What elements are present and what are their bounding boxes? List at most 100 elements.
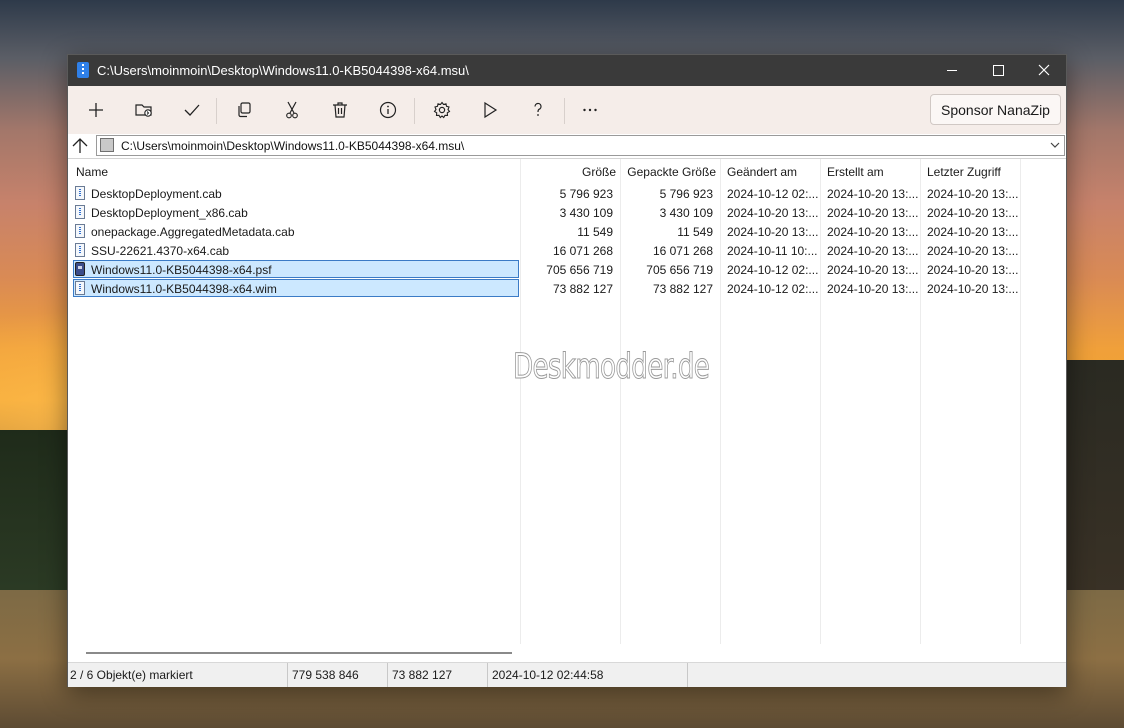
column-header-accessed[interactable]: Letzter Zugriff: [927, 165, 1001, 179]
file-accessed: 2024-10-20 13:...: [927, 263, 1019, 277]
file-packed-size: 3 430 109: [659, 206, 713, 220]
test-button[interactable]: [176, 94, 208, 126]
table-row[interactable]: SSU-22621.4370-x64.cab 16 071 268 16 071…: [68, 241, 1066, 260]
status-total-size: 779 538 846: [288, 663, 388, 687]
file-name: DesktopDeployment.cab: [91, 187, 222, 201]
move-button[interactable]: [276, 94, 308, 126]
table-row[interactable]: onepackage.AggregatedMetadata.cab 11 549…: [68, 222, 1066, 241]
copy-icon: [238, 102, 251, 118]
background-trees-left: [0, 430, 70, 590]
cab-file-icon: [75, 205, 85, 219]
background-trees-right: [1066, 360, 1124, 620]
column-header-size[interactable]: Größe: [520, 165, 616, 179]
column-header-packed-size[interactable]: Gepackte Größe: [620, 165, 716, 179]
file-packed-size: 16 071 268: [652, 244, 713, 258]
file-packed-size: 705 656 719: [646, 263, 713, 277]
file-created: 2024-10-20 13:...: [827, 282, 919, 296]
cab-file-icon: [75, 224, 85, 238]
status-bar: 2 / 6 Objekt(e) markiert 779 538 846 73 …: [68, 662, 1066, 687]
help-button[interactable]: [522, 94, 554, 126]
copy-button[interactable]: [228, 94, 260, 126]
checkmark-icon: [184, 104, 200, 116]
run-button[interactable]: [474, 94, 506, 126]
file-created: 2024-10-20 13:...: [827, 187, 919, 201]
file-created: 2024-10-20 13:...: [827, 244, 919, 258]
close-button[interactable]: [1021, 55, 1067, 86]
file-modified: 2024-10-20 13:...: [727, 225, 819, 239]
trash-icon: [333, 102, 347, 118]
address-path: C:\Users\moinmoin\Desktop\Windows11.0-KB…: [121, 139, 465, 153]
file-name: onepackage.AggregatedMetadata.cab: [91, 225, 295, 239]
file-modified: 2024-10-12 02:...: [727, 263, 819, 277]
maximize-button[interactable]: [975, 55, 1021, 86]
cab-file-icon: [75, 186, 85, 200]
file-name: SSU-22621.4370-x64.cab: [91, 244, 230, 258]
file-modified: 2024-10-12 02:...: [727, 282, 819, 296]
file-created: 2024-10-20 13:...: [827, 225, 919, 239]
title-bar[interactable]: C:\Users\moinmoin\Desktop\Windows11.0-KB…: [68, 55, 1066, 86]
close-icon: [1038, 64, 1050, 76]
gear-icon: [433, 101, 451, 119]
file-packed-size: 5 796 923: [659, 187, 713, 201]
info-icon: [379, 101, 397, 119]
file-size: 16 071 268: [552, 244, 613, 258]
toolbar-separator: [564, 98, 565, 124]
toolbar-separator: [216, 98, 217, 124]
table-row-selected[interactable]: Windows11.0-KB5044398-x64.wim 73 882 127…: [68, 279, 1066, 298]
file-size: 5 796 923: [559, 187, 613, 201]
file-name: DesktopDeployment_x86.cab: [91, 206, 248, 220]
up-folder-button[interactable]: [68, 134, 94, 158]
column-header-created[interactable]: Erstellt am: [827, 165, 884, 179]
file-accessed: 2024-10-20 13:...: [927, 282, 1019, 296]
scrollbar-thumb[interactable]: [86, 652, 512, 654]
settings-button[interactable]: [426, 94, 458, 126]
more-button[interactable]: [574, 94, 606, 126]
window-title: C:\Users\moinmoin\Desktop\Windows11.0-KB…: [97, 63, 469, 78]
arrow-up-icon: [72, 138, 88, 153]
add-button[interactable]: [80, 94, 112, 126]
status-packed-size: 73 882 127: [388, 663, 488, 687]
address-combobox[interactable]: C:\Users\moinmoin\Desktop\Windows11.0-KB…: [96, 135, 1065, 156]
archive-icon: [100, 138, 114, 152]
file-packed-size: 73 882 127: [652, 282, 713, 296]
toolbar-separator: [414, 98, 415, 124]
wim-file-icon: [75, 281, 85, 295]
table-row[interactable]: DesktopDeployment_x86.cab 3 430 109 3 43…: [68, 203, 1066, 222]
file-accessed: 2024-10-20 13:...: [927, 225, 1019, 239]
file-created: 2024-10-20 13:...: [827, 206, 919, 220]
column-header-name[interactable]: Name: [76, 165, 108, 179]
deskmodder-watermark: Deskmodder.de: [513, 347, 711, 388]
file-size: 705 656 719: [546, 263, 613, 277]
play-icon: [484, 101, 498, 119]
file-size: 11 549: [577, 225, 613, 239]
file-size: 3 430 109: [559, 206, 613, 220]
chevron-down-icon[interactable]: [1050, 141, 1060, 149]
ellipsis-icon: [583, 108, 597, 112]
horizontal-scrollbar[interactable]: [68, 644, 1066, 662]
cab-file-icon: [75, 243, 85, 257]
file-modified: 2024-10-12 02:...: [727, 187, 819, 201]
status-selection-count: 2 / 6 Objekt(e) markiert: [68, 663, 288, 687]
delete-button[interactable]: [324, 94, 356, 126]
nanazip-window: C:\Users\moinmoin\Desktop\Windows11.0-KB…: [67, 54, 1067, 687]
minimize-button[interactable]: [929, 55, 975, 86]
file-modified: 2024-10-11 10:...: [727, 244, 818, 258]
scissors-icon: [286, 101, 298, 119]
file-list[interactable]: Name Größe Gepackte Größe Geändert am Er…: [68, 159, 1066, 644]
info-button[interactable]: [372, 94, 404, 126]
file-name: Windows11.0-KB5044398-x64.wim: [91, 282, 277, 296]
extract-button[interactable]: [128, 94, 160, 126]
table-row-selected[interactable]: Windows11.0-KB5044398-x64.psf 705 656 71…: [68, 260, 1066, 279]
nanazip-app-icon: [77, 62, 89, 78]
status-date: 2024-10-12 02:44:58: [488, 663, 688, 687]
file-packed-size: 11 549: [677, 225, 713, 239]
file-accessed: 2024-10-20 13:...: [927, 206, 1019, 220]
address-bar: C:\Users\moinmoin\Desktop\Windows11.0-KB…: [68, 134, 1066, 159]
column-header-modified[interactable]: Geändert am: [727, 165, 797, 179]
sponsor-nanazip-button[interactable]: Sponsor NanaZip: [930, 94, 1061, 125]
table-row[interactable]: DesktopDeployment.cab 5 796 923 5 796 92…: [68, 184, 1066, 203]
psf-file-icon: [75, 262, 85, 276]
plus-icon: [89, 103, 103, 117]
file-size: 73 882 127: [552, 282, 613, 296]
folder-extract-icon: [135, 104, 152, 117]
